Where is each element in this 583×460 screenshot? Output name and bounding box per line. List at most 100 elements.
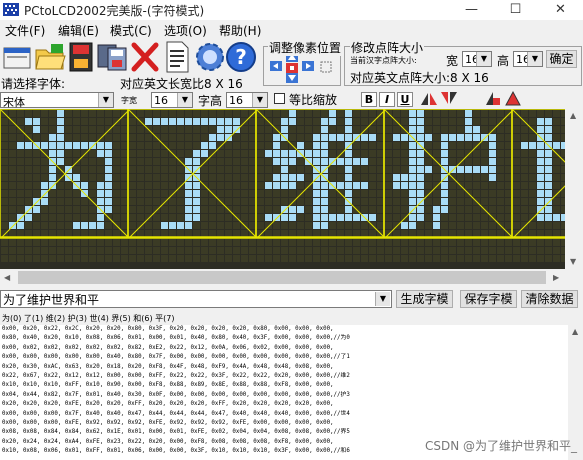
unlit-pixel[interactable] xyxy=(73,247,80,254)
unlit-pixel[interactable] xyxy=(113,134,120,141)
open-folder-icon[interactable] xyxy=(33,40,67,74)
unlit-pixel[interactable] xyxy=(345,222,352,229)
unlit-pixel[interactable] xyxy=(241,255,248,262)
unlit-pixel[interactable] xyxy=(473,239,480,246)
unlit-pixel[interactable] xyxy=(65,230,72,237)
matrix-height-select[interactable]: 16 ▼ xyxy=(513,51,543,67)
unlit-pixel[interactable] xyxy=(449,110,456,117)
unlit-pixel[interactable] xyxy=(249,110,256,117)
lit-pixel[interactable] xyxy=(545,198,552,205)
unlit-pixel[interactable] xyxy=(113,174,120,181)
unlit-pixel[interactable] xyxy=(257,206,264,213)
unlit-pixel[interactable] xyxy=(249,190,256,197)
unlit-pixel[interactable] xyxy=(529,158,536,165)
unlit-pixel[interactable] xyxy=(161,198,168,205)
unlit-pixel[interactable] xyxy=(521,239,528,246)
lit-pixel[interactable] xyxy=(537,166,544,173)
lit-pixel[interactable] xyxy=(217,126,224,133)
lit-pixel[interactable] xyxy=(473,166,480,173)
lit-pixel[interactable] xyxy=(65,142,72,149)
unlit-pixel[interactable] xyxy=(145,158,152,165)
unlit-pixel[interactable] xyxy=(129,158,136,165)
unlit-pixel[interactable] xyxy=(433,190,440,197)
lit-pixel[interactable] xyxy=(289,110,296,117)
unlit-pixel[interactable] xyxy=(145,150,152,157)
lit-pixel[interactable] xyxy=(41,142,48,149)
unlit-pixel[interactable] xyxy=(97,255,104,262)
unlit-pixel[interactable] xyxy=(161,247,168,254)
unlit-pixel[interactable] xyxy=(113,247,120,254)
lit-pixel[interactable] xyxy=(49,142,56,149)
lit-pixel[interactable] xyxy=(337,182,344,189)
unlit-pixel[interactable] xyxy=(441,222,448,229)
unlit-pixel[interactable] xyxy=(9,247,16,254)
lit-pixel[interactable] xyxy=(417,214,424,221)
unlit-pixel[interactable] xyxy=(505,222,512,229)
unlit-pixel[interactable] xyxy=(57,182,64,189)
unlit-pixel[interactable] xyxy=(425,255,432,262)
unlit-pixel[interactable] xyxy=(265,206,272,213)
lit-pixel[interactable] xyxy=(49,166,56,173)
unlit-pixel[interactable] xyxy=(481,142,488,149)
unlit-pixel[interactable] xyxy=(521,182,528,189)
unlit-pixel[interactable] xyxy=(113,150,120,157)
unlit-pixel[interactable] xyxy=(257,134,264,141)
unlit-pixel[interactable] xyxy=(513,134,520,141)
unlit-pixel[interactable] xyxy=(553,230,560,237)
lit-pixel[interactable] xyxy=(265,150,272,157)
unlit-pixel[interactable] xyxy=(417,222,424,229)
lit-pixel[interactable] xyxy=(417,198,424,205)
unlit-pixel[interactable] xyxy=(353,118,360,125)
matrix-width-select[interactable]: 16 ▼ xyxy=(462,51,492,67)
unlit-pixel[interactable] xyxy=(145,174,152,181)
lit-pixel[interactable] xyxy=(441,206,448,213)
unlit-pixel[interactable] xyxy=(129,134,136,141)
scroll-down-icon[interactable]: ▼ xyxy=(570,257,576,266)
unlit-pixel[interactable] xyxy=(233,230,240,237)
unlit-pixel[interactable] xyxy=(377,110,384,117)
unlit-pixel[interactable] xyxy=(473,247,480,254)
unlit-pixel[interactable] xyxy=(65,247,72,254)
lit-pixel[interactable] xyxy=(289,118,296,125)
unlit-pixel[interactable] xyxy=(497,110,504,117)
unlit-pixel[interactable] xyxy=(209,158,216,165)
unlit-pixel[interactable] xyxy=(145,239,152,246)
unlit-pixel[interactable] xyxy=(33,222,40,229)
unlit-pixel[interactable] xyxy=(385,247,392,254)
unlit-pixel[interactable] xyxy=(49,222,56,229)
unlit-pixel[interactable] xyxy=(249,158,256,165)
unlit-pixel[interactable] xyxy=(305,126,312,133)
unlit-pixel[interactable] xyxy=(553,239,560,246)
unlit-pixel[interactable] xyxy=(465,222,472,229)
unlit-pixel[interactable] xyxy=(553,126,560,133)
lit-pixel[interactable] xyxy=(33,118,40,125)
unlit-pixel[interactable] xyxy=(433,255,440,262)
unlit-pixel[interactable] xyxy=(249,126,256,133)
unlit-pixel[interactable] xyxy=(369,206,376,213)
lit-pixel[interactable] xyxy=(481,166,488,173)
unlit-pixel[interactable] xyxy=(129,214,136,221)
glyph-canvas[interactable] xyxy=(0,109,565,269)
unlit-pixel[interactable] xyxy=(449,206,456,213)
unlit-pixel[interactable] xyxy=(553,222,560,229)
lit-pixel[interactable] xyxy=(353,214,360,221)
unlit-pixel[interactable] xyxy=(393,166,400,173)
unlit-pixel[interactable] xyxy=(153,214,160,221)
unlit-pixel[interactable] xyxy=(233,198,240,205)
unlit-pixel[interactable] xyxy=(505,118,512,125)
unlit-pixel[interactable] xyxy=(81,118,88,125)
unlit-pixel[interactable] xyxy=(513,255,520,262)
unlit-pixel[interactable] xyxy=(497,239,504,246)
lit-pixel[interactable] xyxy=(73,142,80,149)
lit-pixel[interactable] xyxy=(417,190,424,197)
unlit-pixel[interactable] xyxy=(177,182,184,189)
unlit-pixel[interactable] xyxy=(529,190,536,197)
unlit-pixel[interactable] xyxy=(49,214,56,221)
unlit-pixel[interactable] xyxy=(449,222,456,229)
unlit-pixel[interactable] xyxy=(385,174,392,181)
move-down-icon[interactable] xyxy=(286,73,298,83)
unlit-pixel[interactable] xyxy=(1,182,8,189)
lit-pixel[interactable] xyxy=(345,174,352,181)
unlit-pixel[interactable] xyxy=(25,166,32,173)
lit-pixel[interactable] xyxy=(281,214,288,221)
